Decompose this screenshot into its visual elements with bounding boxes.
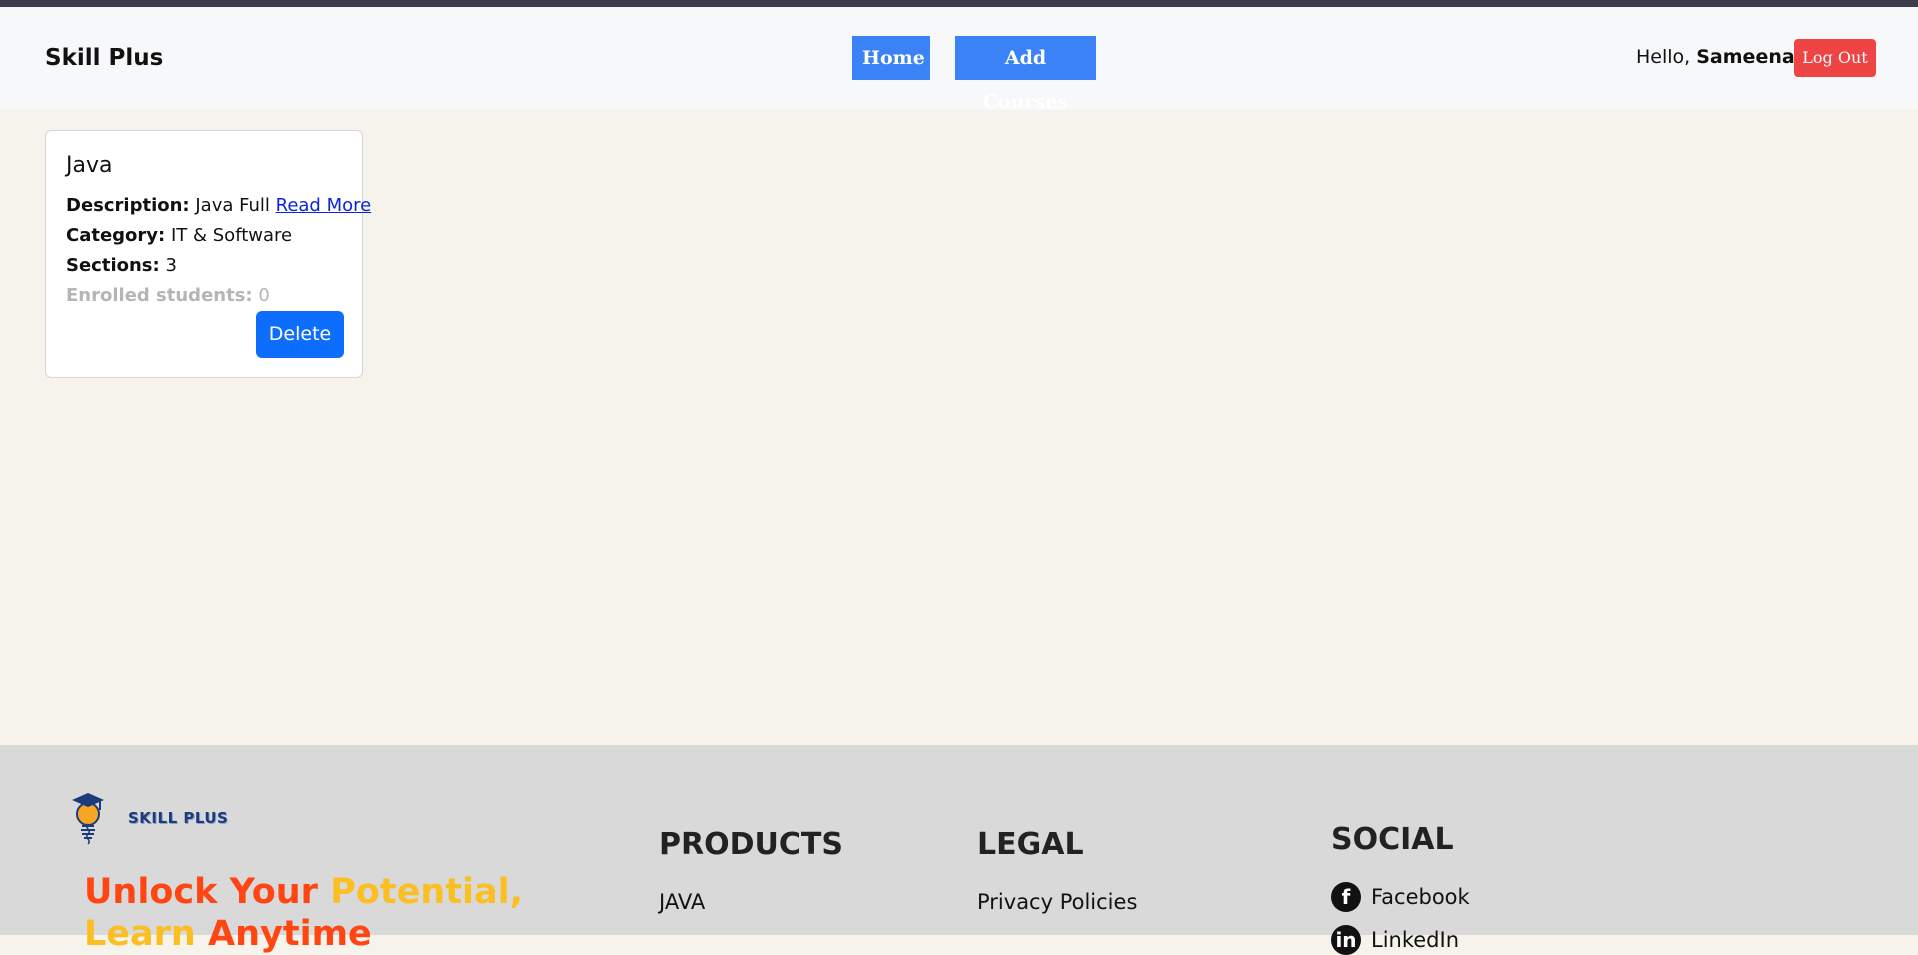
social-link-linkedin[interactable]: in LinkedIn [1331, 925, 1459, 955]
legal-link-privacy[interactable]: Privacy Policies [977, 890, 1137, 914]
logout-button[interactable]: Log Out [1794, 39, 1876, 77]
category-row: Category: IT & Software [66, 225, 292, 246]
sections-value: 3 [165, 255, 177, 276]
greeting-text: Hello, [1636, 46, 1691, 68]
home-button[interactable]: Home [852, 36, 930, 80]
slogan-part-4: Anytime [208, 914, 372, 954]
facebook-icon: f [1331, 882, 1361, 912]
description-label: Description: [66, 195, 190, 216]
course-card: Java Description: Java Full Read More Ca… [45, 130, 371, 378]
enrolled-row: Enrolled students: 0 [66, 285, 270, 306]
legal-heading: LEGAL [977, 827, 1084, 862]
footer-logo-text: SKILL PLUS [128, 809, 229, 827]
slogan-part-3: Learn [84, 914, 196, 954]
sections-label: Sections: [66, 255, 160, 276]
username: Sameena [1696, 46, 1795, 68]
top-border [0, 0, 1918, 7]
navbar: Skill Plus Home Add Courses Hello, Samee… [0, 7, 1918, 113]
category-value: IT & Software [170, 225, 293, 246]
description-value: Java Full [195, 195, 270, 216]
user-greeting: Hello, Sameena [1636, 46, 1795, 68]
products-link-java[interactable]: JAVA [659, 890, 705, 914]
linkedin-icon: in [1331, 925, 1361, 955]
add-courses-button[interactable]: Add Courses [955, 36, 1096, 113]
delete-button[interactable]: Delete [256, 311, 344, 358]
footer-slogan: Unlock Your Potential, Learn Anytime [84, 871, 523, 955]
facebook-label: Facebook [1371, 885, 1470, 909]
products-heading: PRODUCTS [659, 827, 843, 862]
read-more-link[interactable]: Read More [276, 195, 372, 216]
lightbulb-graduate-icon [72, 793, 104, 845]
enrolled-label: Enrolled students: [66, 285, 253, 306]
description-row: Description: Java Full Read More [66, 195, 371, 216]
footer: SKILL PLUS Unlock Your Potential, Learn … [0, 745, 1918, 955]
course-title: Java [66, 153, 113, 178]
category-label: Category: [66, 225, 166, 246]
slogan-part-1: Unlock Your [84, 872, 318, 912]
linkedin-label: LinkedIn [1371, 928, 1460, 952]
enrolled-value: 0 [258, 285, 270, 306]
social-link-facebook[interactable]: f Facebook [1331, 882, 1470, 912]
social-heading: SOCIAL [1331, 822, 1454, 857]
sections-row: Sections: 3 [66, 255, 177, 276]
brand-logo[interactable]: Skill Plus [45, 45, 163, 71]
slogan-part-2: Potential, [330, 872, 523, 912]
